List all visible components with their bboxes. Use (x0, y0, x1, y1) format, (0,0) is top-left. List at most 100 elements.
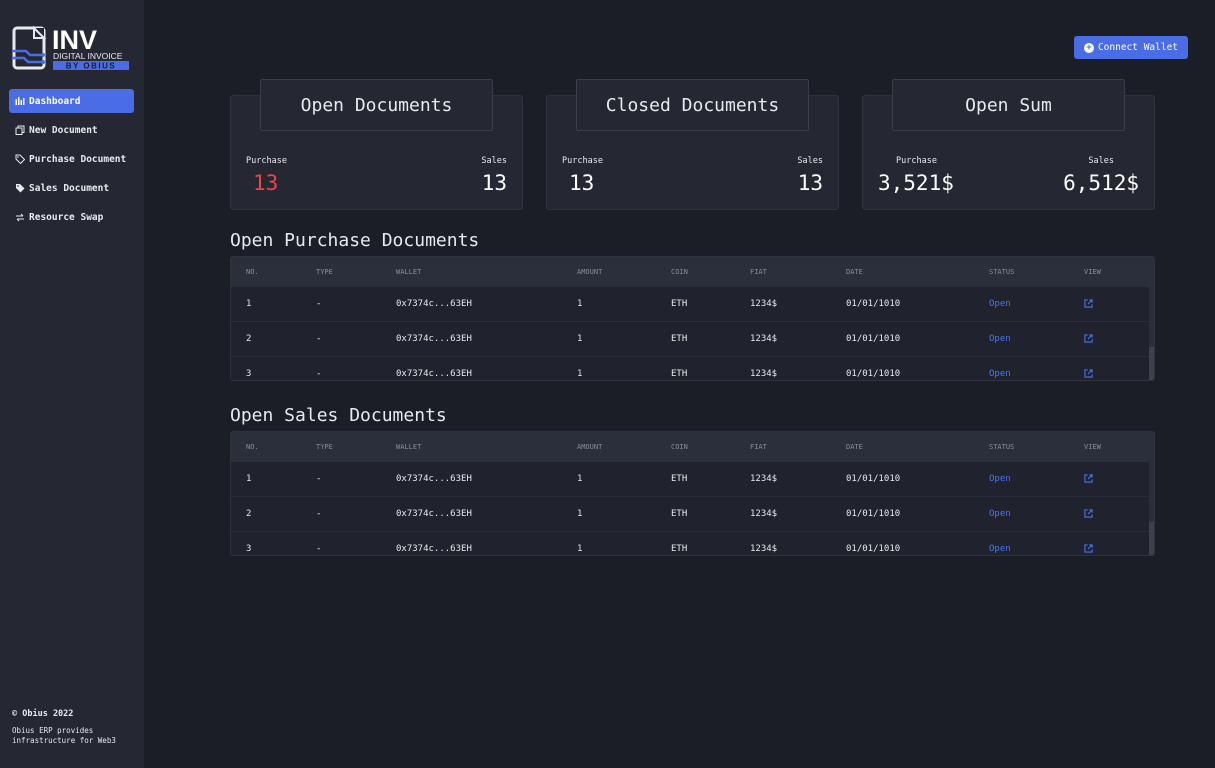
cell-date: 01/01/1010 (846, 474, 901, 484)
purchase-table: NO. TYPE WALLET AMOUNT COIN FIAT DATE ST… (230, 256, 1155, 381)
column-header: VIEW (1084, 443, 1101, 451)
sidebar-item-label: Resource Swap (29, 211, 104, 223)
table-row: 3 - 0x7374c...63EH 1 ETH 1234$ 01/01/101… (231, 532, 1154, 555)
cell-amount: 1 (577, 474, 583, 484)
cell-wallet: 0x7374c...63EH (396, 369, 472, 379)
purchase-label: Purchase (246, 156, 287, 166)
scrollbar-thumb[interactable] (1149, 522, 1154, 555)
open-documents-card: Open Documents Purchase Sales 13 13 (230, 79, 523, 210)
status-link[interactable]: Open (989, 287, 1011, 321)
cell-wallet: 0x7374c...63EH (396, 299, 472, 309)
column-header: STATUS (989, 443, 1015, 451)
sidebar: INV DIGITAL INVOICE BY OBIUS Dashboard N… (0, 0, 144, 768)
sidebar-nav: Dashboard New Document Purchase Document… (9, 89, 134, 234)
sales-table: NO. TYPE WALLET AMOUNT COIN FIAT DATE ST… (230, 431, 1155, 556)
scrollbar-thumb[interactable] (1149, 347, 1154, 380)
sales-value: 13 (797, 171, 823, 195)
copyright-text: © Obius 2022 (12, 709, 74, 719)
connect-wallet-label: Connect Wallet (1097, 42, 1179, 53)
column-header: COIN (671, 268, 688, 276)
cell-date: 01/01/1010 (846, 334, 901, 344)
cell-coin: ETH (671, 299, 688, 309)
sales-value: 6,512$ (1063, 171, 1139, 195)
cell-no: 2 (246, 509, 252, 519)
cell-type: - (316, 474, 322, 484)
status-link[interactable]: Open (989, 462, 1011, 496)
external-link-icon[interactable] (1084, 462, 1093, 496)
cell-no: 2 (246, 334, 252, 344)
cell-wallet: 0x7374c...63EH (396, 334, 472, 344)
card-title: Closed Documents (576, 79, 809, 131)
column-header: WALLET (396, 268, 422, 276)
column-header: FIAT (750, 443, 767, 451)
tag-outline-icon (15, 154, 25, 164)
cell-coin: ETH (671, 369, 688, 379)
purchase-section-title: Open Purchase Documents (230, 230, 480, 251)
cell-type: - (316, 544, 322, 554)
external-link-icon[interactable] (1084, 497, 1093, 531)
cell-no: 3 (246, 369, 252, 379)
sidebar-item-label: Purchase Document (29, 153, 127, 165)
cell-date: 01/01/1010 (846, 299, 901, 309)
purchase-value: 3,521$ (878, 171, 954, 195)
sales-label: Sales (1088, 156, 1114, 166)
cell-coin: ETH (671, 544, 688, 554)
sales-label: Sales (481, 156, 507, 166)
external-link-icon[interactable] (1084, 532, 1093, 555)
purchase-label: Purchase (896, 156, 937, 166)
footer-line-1: Obius ERP provides (12, 726, 94, 735)
sidebar-item-resource-swap[interactable]: Resource Swap (9, 205, 134, 229)
sidebar-footer: © Obius 2022 Obius ERP provides infrastr… (12, 709, 140, 746)
cell-wallet: 0x7374c...63EH (396, 474, 472, 484)
footer-description: Obius ERP provides infrastructure for We… (12, 726, 140, 746)
column-header: FIAT (750, 268, 767, 276)
column-header: VIEW (1084, 268, 1101, 276)
tag-filled-icon (16, 184, 25, 193)
cell-fiat: 1234$ (750, 299, 778, 309)
status-link[interactable]: Open (989, 497, 1011, 531)
cell-fiat: 1234$ (750, 544, 778, 554)
cell-fiat: 1234$ (750, 334, 778, 344)
card-title: Open Sum (892, 79, 1125, 131)
status-link[interactable]: Open (989, 322, 1011, 356)
column-header: TYPE (316, 443, 333, 451)
cell-coin: ETH (671, 474, 688, 484)
sales-section-title: Open Sales Documents (230, 405, 447, 426)
cell-type: - (316, 509, 322, 519)
sidebar-item-dashboard[interactable]: Dashboard (9, 89, 134, 113)
status-link[interactable]: Open (989, 532, 1011, 555)
table-header: NO. TYPE WALLET AMOUNT COIN FIAT DATE ST… (231, 257, 1154, 287)
column-header: AMOUNT (577, 443, 603, 451)
external-link-icon[interactable] (1084, 322, 1093, 356)
column-header: STATUS (989, 268, 1015, 276)
cell-no: 1 (246, 474, 252, 484)
cell-fiat: 1234$ (750, 474, 778, 484)
footer-line-2: infrastructure for Web3 (12, 736, 116, 745)
sidebar-item-new-document[interactable]: New Document (9, 118, 134, 142)
external-link-icon[interactable] (1084, 357, 1093, 380)
swap-icon (16, 213, 24, 222)
purchase-value: 13 (253, 171, 279, 195)
scrollbar[interactable] (1149, 432, 1154, 555)
cell-wallet: 0x7374c...63EH (396, 544, 472, 554)
cell-type: - (316, 299, 322, 309)
sidebar-item-sales-document[interactable]: Sales Document (9, 176, 134, 200)
connect-wallet-button[interactable]: + Connect Wallet (1074, 36, 1188, 59)
column-header: DATE (846, 443, 863, 451)
card-title: Open Documents (260, 79, 493, 131)
table-row: 1 - 0x7374c...63EH 1 ETH 1234$ 01/01/101… (231, 462, 1154, 497)
table-row: 1 - 0x7374c...63EH 1 ETH 1234$ 01/01/101… (231, 287, 1154, 322)
scrollbar[interactable] (1149, 257, 1154, 380)
status-link[interactable]: Open (989, 357, 1011, 380)
inv-logo[interactable]: INV DIGITAL INVOICE BY OBIUS (12, 25, 132, 73)
sidebar-item-label: Sales Document (29, 182, 110, 194)
cell-amount: 1 (577, 299, 583, 309)
sidebar-item-purchase-document[interactable]: Purchase Document (9, 147, 134, 171)
cell-amount: 1 (577, 334, 583, 344)
external-link-icon[interactable] (1084, 287, 1093, 321)
column-header: NO. (246, 443, 259, 451)
sales-label: Sales (797, 156, 823, 166)
column-header: TYPE (316, 268, 333, 276)
table-row: 2 - 0x7374c...63EH 1 ETH 1234$ 01/01/101… (231, 322, 1154, 357)
cell-date: 01/01/1010 (846, 544, 901, 554)
